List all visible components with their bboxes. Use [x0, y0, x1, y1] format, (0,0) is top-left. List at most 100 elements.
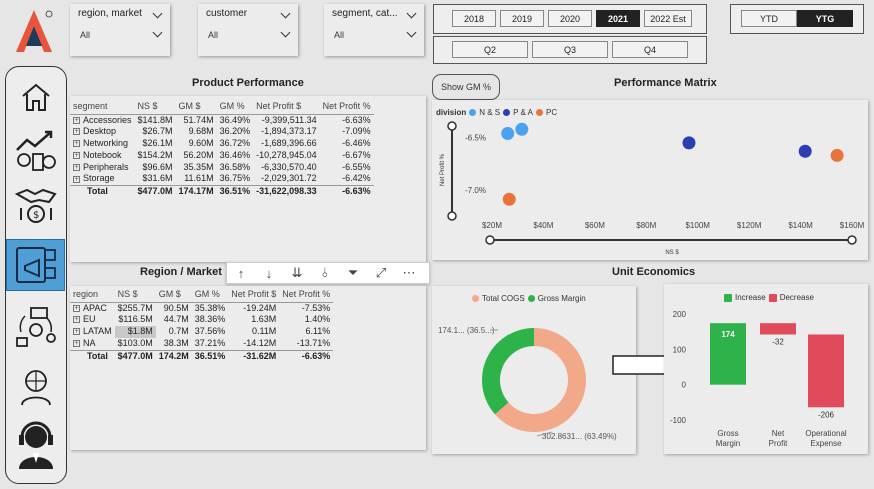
- performance-matrix-panel: division N & S P & A PC $20M $40M $60M $80M…: [432, 100, 868, 260]
- product-column-header[interactable]: NS $: [135, 98, 176, 114]
- expand-icon[interactable]: +: [73, 163, 80, 171]
- expand-icon[interactable]: +: [73, 140, 80, 148]
- category-label: Margin: [716, 439, 740, 448]
- year-button-2022-est[interactable]: 2022 Est: [644, 10, 692, 27]
- table-row[interactable]: + Accessories $141.8M 51.74M 36.49% -9,399,51…: [70, 113, 374, 127]
- focus-mode-icon[interactable]: ⤢: [367, 265, 395, 281]
- chevron-down-icon[interactable]: [406, 27, 417, 38]
- expand-hierarchy-icon[interactable]: ⫰: [311, 265, 339, 281]
- product-cell: -9,399,511.34: [253, 113, 320, 127]
- segment-slicer-value[interactable]: All: [334, 30, 344, 40]
- segment-category-slicer[interactable]: segment, cat... All: [324, 4, 424, 56]
- region-cell: 1.63M: [251, 314, 277, 325]
- expand-icon[interactable]: +: [73, 304, 80, 312]
- product-column-header[interactable]: GM %: [217, 98, 254, 114]
- product-total-cell: 36.51%: [216, 185, 254, 199]
- product-row-label: Desktop: [83, 126, 117, 137]
- visual-toolbar: ↑ ↓ ⇊ ⫰ ⏷ ⤢ ⋯: [226, 262, 430, 284]
- product-row-header: + Storage: [70, 173, 135, 185]
- expand-icon[interactable]: +: [73, 316, 80, 324]
- y-tick-label: 0: [682, 381, 687, 390]
- global-support-icon[interactable]: [6, 361, 65, 413]
- year-button-2018[interactable]: 2018: [452, 10, 496, 27]
- product-total-cell: Total: [70, 185, 135, 199]
- product-column-header[interactable]: GM $: [176, 98, 217, 114]
- expand-icon[interactable]: +: [73, 116, 80, 124]
- chevron-down-icon[interactable]: [152, 8, 163, 19]
- expand-icon[interactable]: +: [73, 152, 80, 160]
- region-column-header[interactable]: Net Profit $: [228, 286, 279, 302]
- slider-handle: [485, 235, 495, 245]
- more-options-icon[interactable]: ⋯: [395, 265, 423, 281]
- x-tick-label: $40M: [533, 221, 553, 230]
- total-row: Total $477.0M 174.2M 36.51% -31.62M -6.63%: [70, 349, 334, 363]
- table-row[interactable]: + LATAM $1.8M 0.7M 37.56% 0.11M 6.11%: [70, 326, 333, 338]
- product-total-cell: $477.0M: [134, 185, 176, 199]
- table-row[interactable]: + Networking $26.1M 9.60M 36.72% -1,689,396.6…: [70, 138, 374, 150]
- show-gm-button[interactable]: Show GM %: [432, 74, 500, 100]
- chevron-down-icon[interactable]: [152, 27, 163, 38]
- double-arrow-down-icon[interactable]: ⇊: [283, 265, 311, 281]
- customer-slicer-value[interactable]: All: [208, 30, 218, 40]
- chevron-down-icon[interactable]: [406, 8, 417, 19]
- chevron-down-icon[interactable]: [280, 8, 291, 19]
- region-cell: 90.5M: [155, 301, 192, 315]
- region-slicer-value[interactable]: All: [80, 30, 90, 40]
- region-cell: 37.56%: [194, 326, 226, 337]
- product-row-label: Peripherals: [83, 161, 129, 172]
- supply-chain-icon[interactable]: [6, 301, 65, 353]
- region-row-header: + LATAM: [70, 326, 115, 338]
- expand-icon[interactable]: +: [73, 128, 80, 136]
- product-cell: -6.63%: [319, 113, 374, 127]
- customer-service-icon[interactable]: [6, 417, 65, 469]
- table-row[interactable]: + NA $103.0M 38.3M 37.21% -14.12M -13.71%: [70, 338, 333, 350]
- region-column-header[interactable]: NS $: [115, 286, 156, 302]
- ytg-button[interactable]: YTG: [797, 10, 853, 27]
- table-row[interactable]: + Desktop $26.7M 9.68M 36.20% -1,894,373.17 -7…: [70, 126, 374, 138]
- table-row[interactable]: + Peripherals $96.6M 35.35M 36.58% -6,330,570…: [70, 162, 374, 174]
- ytd-button[interactable]: YTD: [741, 10, 797, 27]
- customer-slicer[interactable]: customer All: [198, 4, 298, 56]
- table-row[interactable]: + Storage $31.6M 11.61M 36.75% -2,029,301.72 -…: [70, 173, 374, 185]
- year-button-2021[interactable]: 2021: [596, 10, 640, 27]
- expand-icon[interactable]: +: [73, 340, 80, 348]
- product-cell: 36.58%: [219, 161, 251, 172]
- year-button-2019[interactable]: 2019: [500, 10, 544, 27]
- quarter-button-q3[interactable]: Q3: [532, 41, 608, 58]
- quarter-button-q2[interactable]: Q2: [452, 41, 528, 58]
- region-column-header[interactable]: GM %: [192, 286, 229, 302]
- region-column-header[interactable]: Net Profit %: [279, 286, 333, 302]
- filter-icon[interactable]: ⏷: [339, 265, 367, 281]
- table-row[interactable]: + APAC $255.7M 90.5M 35.38% -19.24M -7.53%: [70, 301, 334, 315]
- marketing-megaphone-icon[interactable]: [6, 239, 65, 291]
- finance-growth-icon[interactable]: [6, 123, 65, 175]
- year-button-2020[interactable]: 2020: [548, 10, 592, 27]
- product-column-header[interactable]: Net Profit $: [253, 98, 320, 114]
- region-slicer-label: region, market: [78, 8, 142, 19]
- x-tick-label: $160M: [840, 221, 865, 230]
- product-cell: 36.20%: [219, 126, 251, 137]
- region-market-slicer[interactable]: region, market All: [70, 4, 170, 56]
- home-icon[interactable]: [6, 71, 65, 123]
- region-column-header[interactable]: region: [70, 286, 115, 302]
- category-label: Expense: [810, 439, 842, 448]
- category-label: Gross: [717, 429, 738, 438]
- product-cell: -6.55%: [342, 161, 371, 172]
- quarter-button-q4[interactable]: Q4: [612, 41, 688, 58]
- product-column-header[interactable]: Net Profit %: [320, 98, 374, 114]
- product-row-label: Notebook: [83, 149, 122, 160]
- region-column-header[interactable]: GM $: [156, 286, 192, 302]
- chevron-down-icon[interactable]: [280, 27, 291, 38]
- product-row-header: + Notebook: [70, 150, 135, 162]
- region-table: region NS $ GM $ GM % Net Profit $ Net Profit…: [70, 286, 334, 363]
- expand-icon[interactable]: +: [73, 328, 80, 336]
- deal-handshake-icon[interactable]: $: [6, 177, 65, 229]
- table-row[interactable]: + Notebook $154.2M 56.20M 36.46% -10,278,945.…: [70, 150, 374, 162]
- region-total-cell: 36.51%: [191, 349, 229, 363]
- product-column-header[interactable]: segment: [70, 98, 135, 114]
- waterfall-bar: [760, 323, 796, 335]
- arrow-up-icon[interactable]: ↑: [227, 266, 255, 281]
- expand-icon[interactable]: +: [73, 175, 80, 183]
- table-row[interactable]: + EU $116.5M 44.7M 38.36% 1.63M 1.40%: [70, 314, 333, 326]
- arrow-down-icon[interactable]: ↓: [255, 266, 283, 281]
